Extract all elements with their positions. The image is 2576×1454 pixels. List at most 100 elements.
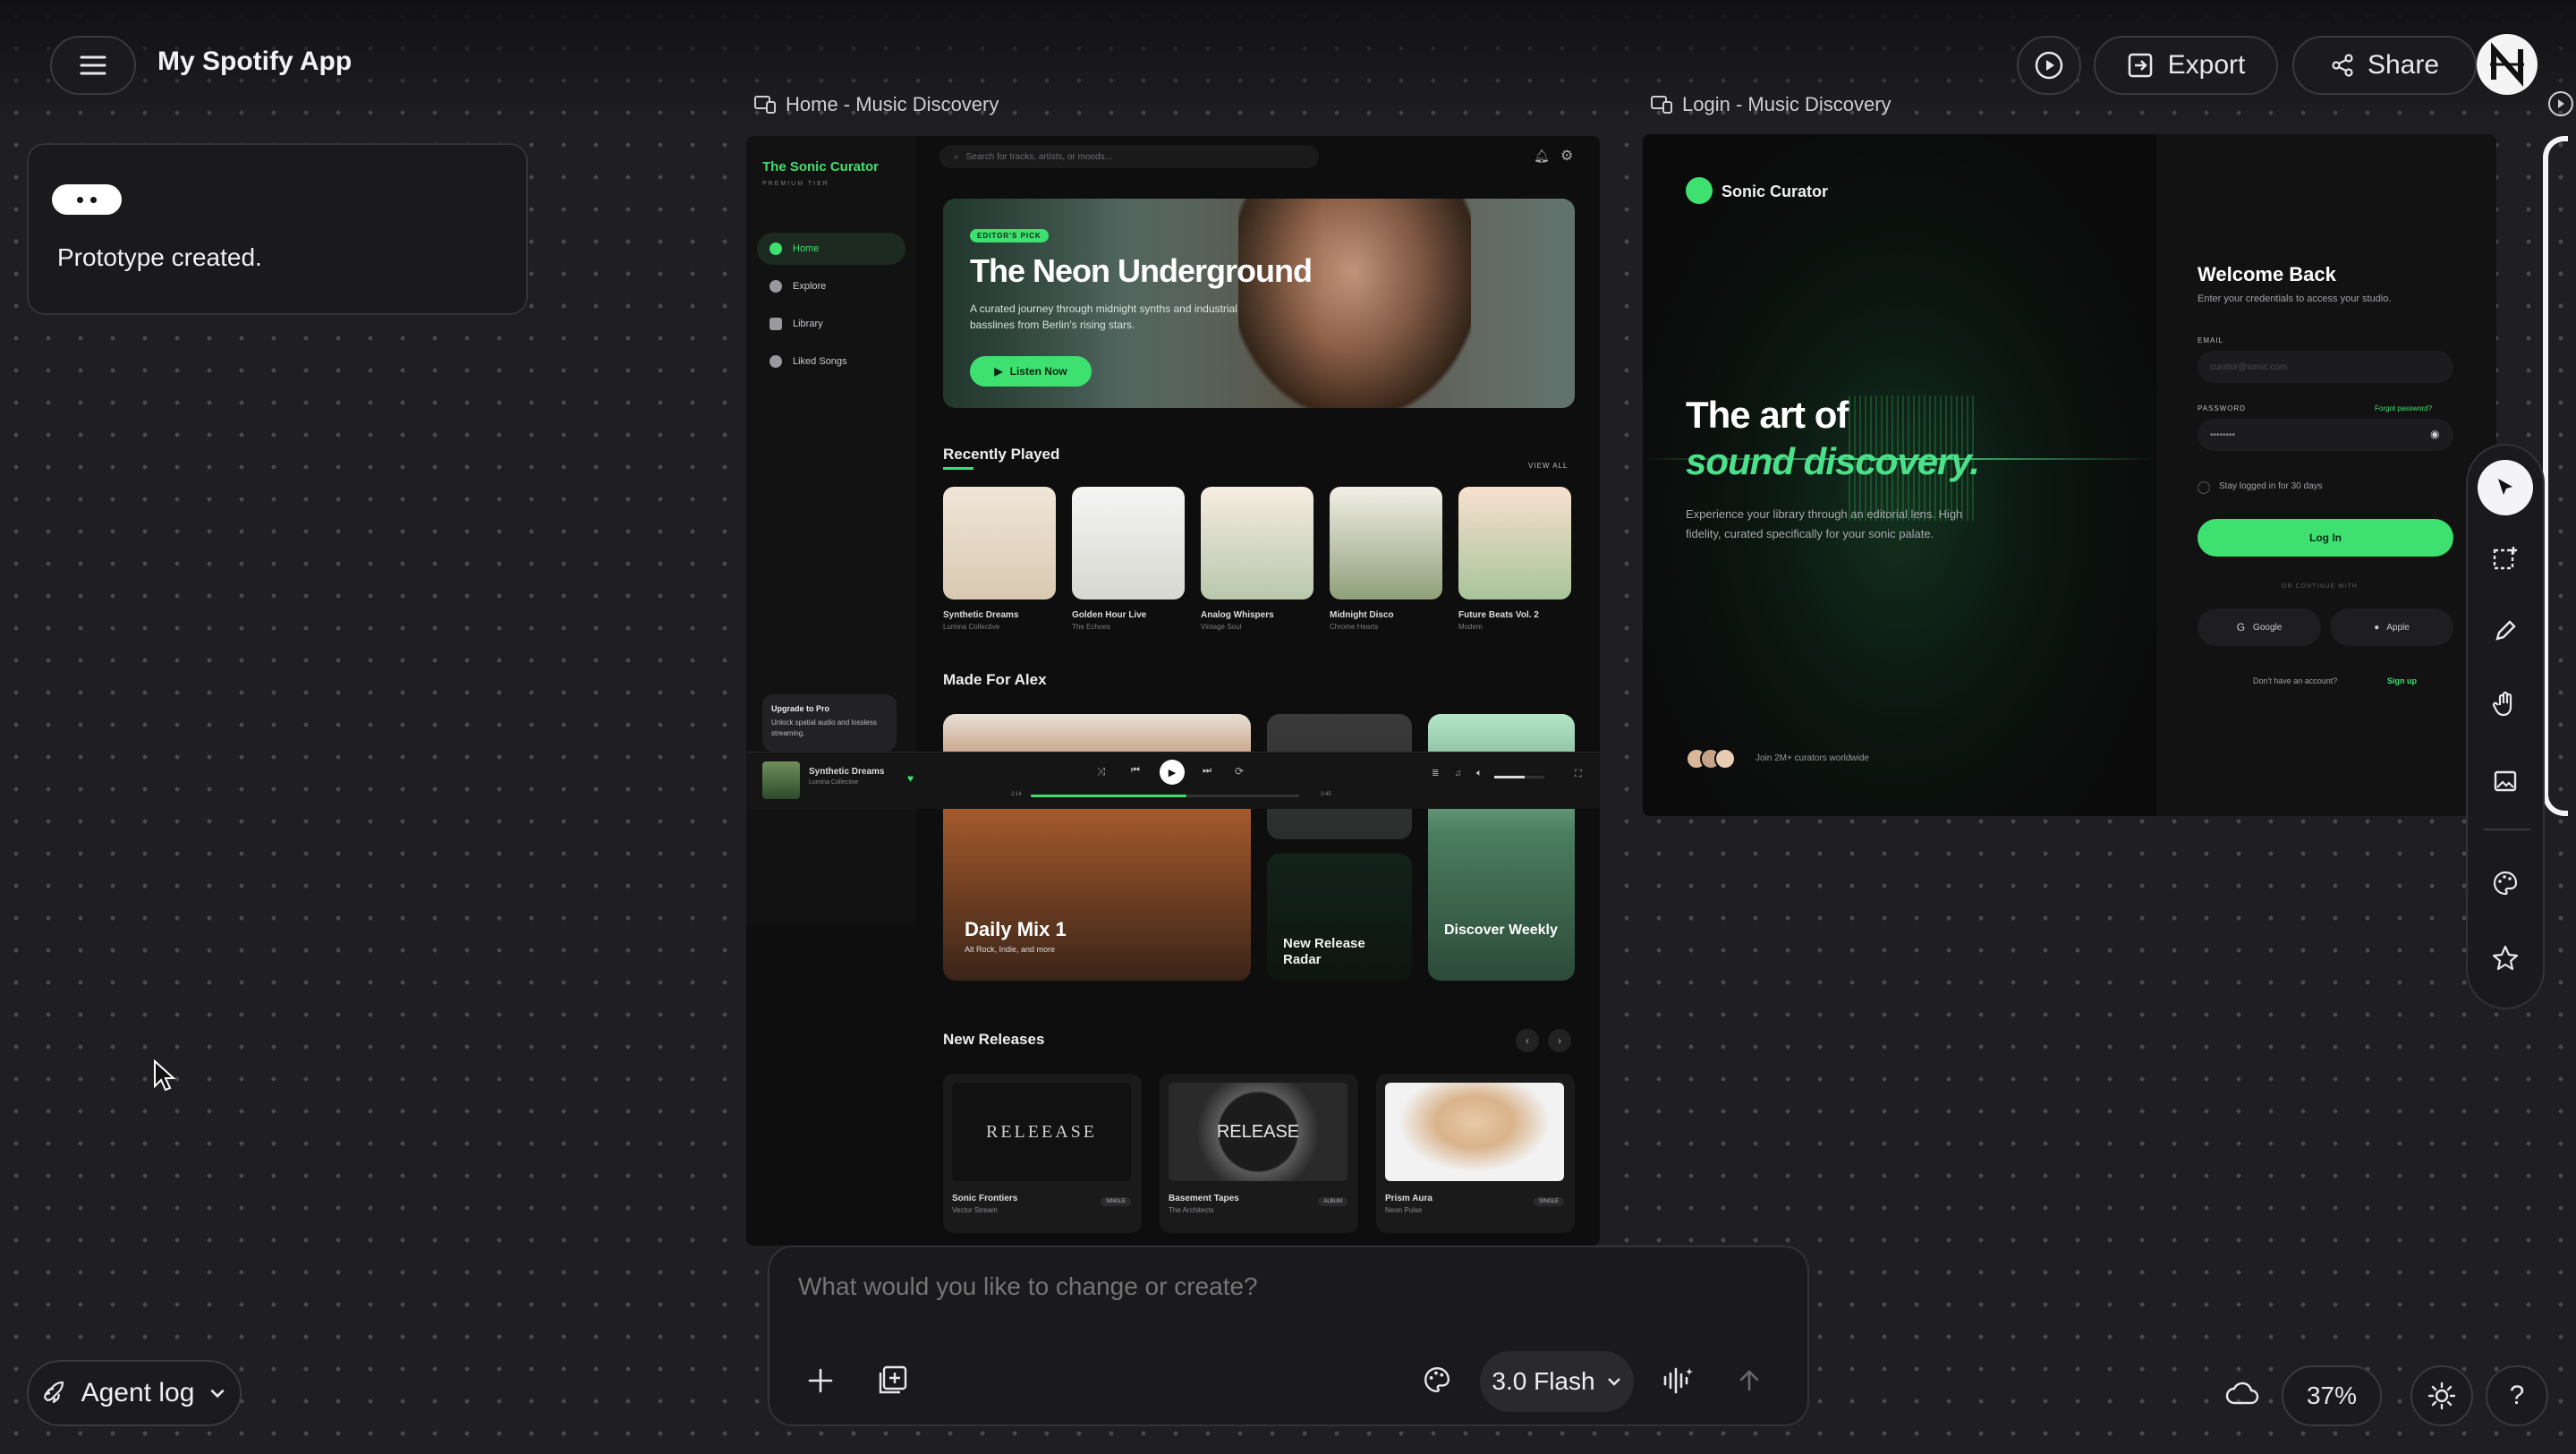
- email-label: EMAIL: [2198, 336, 2224, 344]
- next-arrow-button[interactable]: ›: [1548, 1029, 1571, 1052]
- google-button[interactable]: G Google: [2198, 608, 2321, 646]
- listen-now-button[interactable]: ▶ Listen Now: [970, 356, 1092, 387]
- email-field[interactable]: curator@sonic.com: [2198, 351, 2453, 383]
- play-pause-button[interactable]: ▶: [1160, 760, 1185, 785]
- add-frame-icon: [879, 1365, 907, 1394]
- add-button[interactable]: [805, 1365, 836, 1400]
- login-button[interactable]: Log In: [2198, 519, 2453, 557]
- palette-tool-button[interactable]: [2478, 855, 2533, 911]
- sidebar-item-library[interactable]: Library: [757, 308, 905, 340]
- release-card[interactable]: RELEASE Basement Tapes The Architects AL…: [1160, 1074, 1358, 1233]
- mix-card-new-release-radar[interactable]: New Release Radar: [1267, 854, 1412, 981]
- album-artist: Lumina Collective: [943, 623, 1000, 631]
- cloud-sync-button[interactable]: [2224, 1378, 2260, 1415]
- forgot-password-link[interactable]: Forgot password?: [2375, 404, 2432, 412]
- hand-tool-button[interactable]: [2478, 676, 2533, 732]
- home-frame-label[interactable]: Home - Music Discovery: [753, 93, 999, 116]
- assistant-avatar-icon: [52, 184, 122, 215]
- album-cover: [1458, 487, 1571, 599]
- queue-icon[interactable]: ≣: [1432, 769, 1439, 778]
- next-icon[interactable]: ⏭: [1203, 765, 1211, 777]
- volume-slider[interactable]: [1494, 776, 1544, 778]
- apple-button[interactable]: ● Apple: [2330, 608, 2453, 646]
- share-button[interactable]: Share: [2292, 36, 2477, 95]
- album-card[interactable]: Golden Hour Live The Echoes: [1072, 487, 1185, 631]
- marquee-tool-button[interactable]: [2478, 531, 2533, 587]
- sun-icon: [2427, 1382, 2456, 1410]
- mix-title: New Release Radar: [1283, 936, 1365, 967]
- login-frame-label[interactable]: Login - Music Discovery: [1650, 93, 1892, 116]
- theme-toggle-button[interactable]: [2410, 1365, 2473, 1426]
- repeat-icon[interactable]: ⟳: [1235, 765, 1244, 778]
- mix-title: Discover Weekly: [1444, 923, 1558, 938]
- pencil-tool-button[interactable]: [2478, 603, 2533, 659]
- heart-icon[interactable]: ♥: [907, 772, 914, 785]
- send-button[interactable]: [1732, 1364, 1766, 1398]
- login-headline: The art of: [1686, 394, 1849, 436]
- bell-icon[interactable]: 🔔︎: [1534, 149, 1550, 164]
- hero-banner[interactable]: EDITOR'S PICK The Neon Underground A cur…: [943, 199, 1575, 408]
- sidebar-item-explore[interactable]: Explore: [757, 270, 905, 302]
- sidebar-brand: The Sonic Curator: [762, 159, 880, 174]
- hamburger-icon: [80, 55, 106, 76]
- password-field[interactable]: ••••••••: [2198, 419, 2453, 451]
- volume-icon[interactable]: 🔈︎: [1476, 768, 1483, 779]
- release-artist: The Architects: [1169, 1206, 1214, 1214]
- progress-fill: [1031, 795, 1186, 797]
- album-card[interactable]: Midnight Disco Chrome Hearts: [1330, 487, 1442, 631]
- login-frame[interactable]: Sonic Curator The art of sound discovery…: [1643, 134, 2496, 816]
- prompt-input[interactable]: [798, 1272, 1693, 1301]
- favorite-tool-button[interactable]: [2478, 931, 2533, 986]
- release-card[interactable]: Prism Aura Neon Pulse SINGLE: [1376, 1074, 1575, 1233]
- agent-log-button[interactable]: Agent log: [27, 1360, 242, 1426]
- collapse-panel-button[interactable]: [2548, 91, 2573, 116]
- previous-icon[interactable]: ⏮: [1131, 765, 1140, 777]
- volume-fill: [1494, 776, 1525, 778]
- gear-icon[interactable]: ⚙: [1560, 147, 1573, 165]
- sidebar-item-liked-songs[interactable]: Liked Songs: [757, 345, 905, 378]
- eye-icon[interactable]: ◉: [2430, 428, 2439, 440]
- share-label: Share: [2367, 50, 2440, 80]
- view-all-link[interactable]: VIEW ALL: [1528, 462, 1568, 470]
- menu-button[interactable]: [50, 36, 136, 95]
- prev-arrow-button[interactable]: ‹: [1516, 1029, 1539, 1052]
- palette-icon: [1424, 1367, 1450, 1392]
- chat-message: Prototype created.: [57, 243, 262, 271]
- login-brand: Sonic Curator: [1722, 183, 1829, 200]
- upgrade-card[interactable]: Upgrade to Pro Unlock spatial audio and l…: [762, 694, 897, 752]
- release-card[interactable]: RELEEASE Sonic Frontiers Vector Stream S…: [943, 1074, 1142, 1233]
- voice-input-button[interactable]: [1661, 1365, 1695, 1400]
- add-frame-button[interactable]: [877, 1364, 909, 1400]
- fullscreen-icon[interactable]: ⛶: [1575, 769, 1582, 780]
- plus-icon: [808, 1368, 833, 1393]
- stay-logged-checkbox[interactable]: [2198, 481, 2210, 494]
- shuffle-icon[interactable]: ⤨: [1097, 765, 1106, 778]
- home-frame[interactable]: The Sonic Curator PREMIUM TIER Home Expl…: [746, 136, 1600, 1246]
- signup-link[interactable]: Sign up: [2387, 676, 2417, 685]
- help-button[interactable]: ?: [2486, 1365, 2548, 1426]
- album-artist: The Echoes: [1072, 623, 1110, 631]
- zoom-level[interactable]: 37%: [2282, 1365, 2382, 1426]
- chevron-down-icon: [210, 1389, 225, 1399]
- theme-palette-button[interactable]: [1423, 1365, 1451, 1399]
- export-button[interactable]: Export: [2094, 36, 2278, 95]
- search-input[interactable]: ⌕ Search for tracks, artists, or moods..…: [939, 145, 1319, 168]
- curators-count: Join 2M+ curators worldwide: [1756, 753, 1869, 763]
- sidebar-item-home[interactable]: Home: [757, 233, 905, 265]
- heart-icon: [769, 355, 782, 368]
- image-icon: [2494, 770, 2517, 792]
- share-icon: [2330, 53, 2355, 78]
- lyrics-icon[interactable]: ♫: [1455, 769, 1462, 778]
- album-card[interactable]: Analog Whispers Vintage Soul: [1201, 487, 1314, 631]
- agent-log-label: Agent log: [81, 1378, 195, 1407]
- preview-play-button[interactable]: [2017, 36, 2081, 95]
- progress-bar[interactable]: [1031, 795, 1299, 797]
- album-card[interactable]: Synthetic Dreams Lumina Collective: [943, 487, 1056, 631]
- select-tool-button[interactable]: [2478, 460, 2533, 515]
- made-for-title: Made For Alex: [943, 671, 1047, 688]
- model-selector[interactable]: 3.0 Flash: [1480, 1351, 1634, 1412]
- image-tool-button[interactable]: [2478, 753, 2533, 809]
- user-avatar[interactable]: [2477, 34, 2538, 95]
- compass-icon: [769, 280, 782, 293]
- album-card[interactable]: Future Beats Vol. 2 Modem: [1458, 487, 1571, 631]
